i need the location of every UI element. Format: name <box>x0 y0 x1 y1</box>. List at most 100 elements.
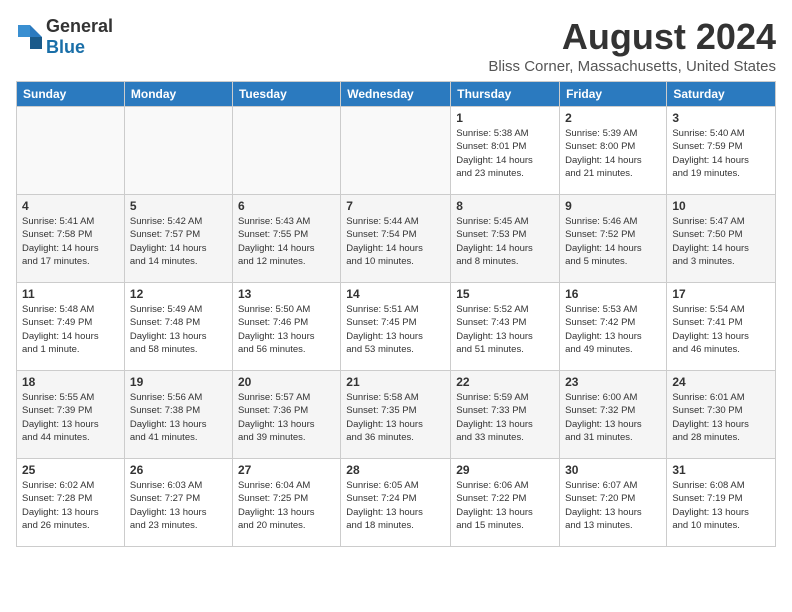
calendar-cell: 29Sunrise: 6:06 AM Sunset: 7:22 PM Dayli… <box>451 459 560 547</box>
day-number: 2 <box>565 111 661 125</box>
calendar-cell <box>17 107 125 195</box>
day-number: 17 <box>672 287 770 301</box>
day-info: Sunrise: 6:07 AM Sunset: 7:20 PM Dayligh… <box>565 479 661 532</box>
weekday-header: Wednesday <box>341 82 451 107</box>
day-number: 14 <box>346 287 445 301</box>
day-number: 27 <box>238 463 335 477</box>
day-info: Sunrise: 5:49 AM Sunset: 7:48 PM Dayligh… <box>130 303 227 356</box>
day-number: 9 <box>565 199 661 213</box>
calendar-table: SundayMondayTuesdayWednesdayThursdayFrid… <box>16 81 776 547</box>
day-number: 13 <box>238 287 335 301</box>
calendar-cell: 11 Sunrise: 5:48 AM Sunset: 7:49 PM Dayli… <box>17 283 125 371</box>
day-number: 31 <box>672 463 770 477</box>
day-info: Sunrise: 5:45 AM Sunset: 7:53 PM Dayligh… <box>456 215 554 268</box>
calendar-cell: 5Sunrise: 5:42 AM Sunset: 7:57 PM Daylig… <box>124 195 232 283</box>
calendar-cell: 7 Sunrise: 5:44 AM Sunset: 7:54 PM Daylig… <box>341 195 451 283</box>
logo-general: General <box>46 16 113 36</box>
calendar-cell: 27 Sunrise: 6:04 AM Sunset: 7:25 PM Dayli… <box>232 459 340 547</box>
day-number: 23 <box>565 375 661 389</box>
weekday-header: Saturday <box>667 82 776 107</box>
day-info: Sunrise: 5:52 AM Sunset: 7:43 PM Dayligh… <box>456 303 554 356</box>
day-info: Sunrise: 5:40 AM Sunset: 7:59 PM Dayligh… <box>672 127 770 180</box>
day-info: Sunrise: 5:48 AM Sunset: 7:49 PM Dayligh… <box>22 303 119 356</box>
calendar-cell: 22 Sunrise: 5:59 AM Sunset: 7:33 PM Dayli… <box>451 371 560 459</box>
logo-blue: Blue <box>46 37 85 57</box>
calendar-cell: 2 Sunrise: 5:39 AM Sunset: 8:00 PM Daylig… <box>560 107 667 195</box>
calendar-cell: 17 Sunrise: 5:54 AM Sunset: 7:41 PM Dayli… <box>667 283 776 371</box>
day-number: 25 <box>22 463 119 477</box>
calendar-cell: 3 Sunrise: 5:40 AM Sunset: 7:59 PM Daylig… <box>667 107 776 195</box>
day-number: 19 <box>130 375 227 389</box>
day-info: Sunrise: 5:54 AM Sunset: 7:41 PM Dayligh… <box>672 303 770 356</box>
day-number: 6 <box>238 199 335 213</box>
calendar-body: 1 Sunrise: 5:38 AM Sunset: 8:01 PM Daylig… <box>17 107 776 547</box>
day-number: 11 <box>22 287 119 301</box>
day-info: Sunrise: 5:59 AM Sunset: 7:33 PM Dayligh… <box>456 391 554 444</box>
day-number: 7 <box>346 199 445 213</box>
day-info: Sunrise: 5:55 AM Sunset: 7:39 PM Dayligh… <box>22 391 119 444</box>
day-info: Sunrise: 6:04 AM Sunset: 7:25 PM Dayligh… <box>238 479 335 532</box>
calendar-cell: 20Sunrise: 5:57 AM Sunset: 7:36 PM Dayli… <box>232 371 340 459</box>
day-info: Sunrise: 5:43 AM Sunset: 7:55 PM Dayligh… <box>238 215 335 268</box>
weekday-header: Tuesday <box>232 82 340 107</box>
month-title: August 2024 <box>488 16 776 58</box>
calendar-cell: 14 Sunrise: 5:51 AM Sunset: 7:45 PM Dayli… <box>341 283 451 371</box>
day-info: Sunrise: 6:06 AM Sunset: 7:22 PM Dayligh… <box>456 479 554 532</box>
day-info: Sunrise: 5:53 AM Sunset: 7:42 PM Dayligh… <box>565 303 661 356</box>
calendar-cell: 23 Sunrise: 6:00 AM Sunset: 7:32 PM Dayli… <box>560 371 667 459</box>
calendar-week-row: 11 Sunrise: 5:48 AM Sunset: 7:49 PM Dayli… <box>17 283 776 371</box>
day-info: Sunrise: 5:47 AM Sunset: 7:50 PM Dayligh… <box>672 215 770 268</box>
calendar-cell: 13Sunrise: 5:50 AM Sunset: 7:46 PM Dayli… <box>232 283 340 371</box>
calendar-header-row: SundayMondayTuesdayWednesdayThursdayFrid… <box>17 82 776 107</box>
weekday-header: Monday <box>124 82 232 107</box>
day-number: 21 <box>346 375 445 389</box>
calendar-cell: 12 Sunrise: 5:49 AM Sunset: 7:48 PM Dayli… <box>124 283 232 371</box>
calendar-cell: 8 Sunrise: 5:45 AM Sunset: 7:53 PM Daylig… <box>451 195 560 283</box>
calendar-week-row: 1 Sunrise: 5:38 AM Sunset: 8:01 PM Daylig… <box>17 107 776 195</box>
day-number: 26 <box>130 463 227 477</box>
day-info: Sunrise: 5:44 AM Sunset: 7:54 PM Dayligh… <box>346 215 445 268</box>
calendar-week-row: 25 Sunrise: 6:02 AM Sunset: 7:28 PM Dayli… <box>17 459 776 547</box>
calendar-cell: 21 Sunrise: 5:58 AM Sunset: 7:35 PM Dayli… <box>341 371 451 459</box>
day-info: Sunrise: 5:56 AM Sunset: 7:38 PM Dayligh… <box>130 391 227 444</box>
day-info: Sunrise: 6:08 AM Sunset: 7:19 PM Dayligh… <box>672 479 770 532</box>
calendar-cell <box>232 107 340 195</box>
calendar-cell: 30Sunrise: 6:07 AM Sunset: 7:20 PM Dayli… <box>560 459 667 547</box>
calendar-cell: 19 Sunrise: 5:56 AM Sunset: 7:38 PM Dayli… <box>124 371 232 459</box>
day-number: 16 <box>565 287 661 301</box>
day-number: 8 <box>456 199 554 213</box>
weekday-header: Thursday <box>451 82 560 107</box>
day-info: Sunrise: 5:42 AM Sunset: 7:57 PM Dayligh… <box>130 215 227 268</box>
day-number: 10 <box>672 199 770 213</box>
day-number: 18 <box>22 375 119 389</box>
calendar-cell: 6 Sunrise: 5:43 AM Sunset: 7:55 PM Daylig… <box>232 195 340 283</box>
calendar-week-row: 18 Sunrise: 5:55 AM Sunset: 7:39 PM Dayli… <box>17 371 776 459</box>
day-info: Sunrise: 5:58 AM Sunset: 7:35 PM Dayligh… <box>346 391 445 444</box>
day-number: 28 <box>346 463 445 477</box>
calendar-cell: 9 Sunrise: 5:46 AM Sunset: 7:52 PM Daylig… <box>560 195 667 283</box>
day-number: 1 <box>456 111 554 125</box>
day-info: Sunrise: 5:39 AM Sunset: 8:00 PM Dayligh… <box>565 127 661 180</box>
day-info: Sunrise: 5:38 AM Sunset: 8:01 PM Dayligh… <box>456 127 554 180</box>
calendar-cell: 15Sunrise: 5:52 AM Sunset: 7:43 PM Dayli… <box>451 283 560 371</box>
calendar-cell: 26Sunrise: 6:03 AM Sunset: 7:27 PM Dayli… <box>124 459 232 547</box>
day-number: 20 <box>238 375 335 389</box>
calendar-cell: 16 Sunrise: 5:53 AM Sunset: 7:42 PM Dayli… <box>560 283 667 371</box>
calendar-cell: 18 Sunrise: 5:55 AM Sunset: 7:39 PM Dayli… <box>17 371 125 459</box>
calendar-cell: 10 Sunrise: 5:47 AM Sunset: 7:50 PM Dayli… <box>667 195 776 283</box>
day-info: Sunrise: 5:51 AM Sunset: 7:45 PM Dayligh… <box>346 303 445 356</box>
day-number: 4 <box>22 199 119 213</box>
calendar-cell: 4 Sunrise: 5:41 AM Sunset: 7:58 PM Daylig… <box>17 195 125 283</box>
title-area: August 2024 Bliss Corner, Massachusetts,… <box>488 16 776 75</box>
day-info: Sunrise: 5:41 AM Sunset: 7:58 PM Dayligh… <box>22 215 119 268</box>
calendar-cell: 25 Sunrise: 6:02 AM Sunset: 7:28 PM Dayli… <box>17 459 125 547</box>
day-number: 12 <box>130 287 227 301</box>
day-info: Sunrise: 6:00 AM Sunset: 7:32 PM Dayligh… <box>565 391 661 444</box>
calendar-cell: 31 Sunrise: 6:08 AM Sunset: 7:19 PM Dayli… <box>667 459 776 547</box>
day-info: Sunrise: 6:02 AM Sunset: 7:28 PM Dayligh… <box>22 479 119 532</box>
day-number: 22 <box>456 375 554 389</box>
calendar-cell <box>341 107 451 195</box>
day-info: Sunrise: 5:46 AM Sunset: 7:52 PM Dayligh… <box>565 215 661 268</box>
day-number: 3 <box>672 111 770 125</box>
calendar-cell <box>124 107 232 195</box>
